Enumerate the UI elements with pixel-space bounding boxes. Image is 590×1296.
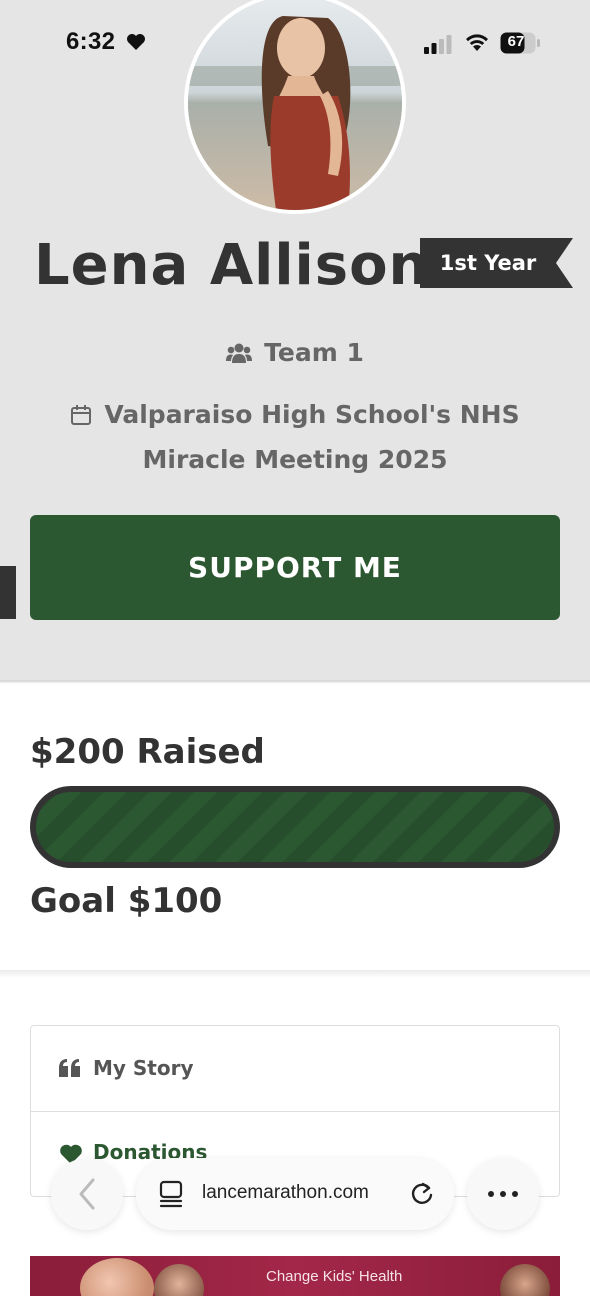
profile-photo bbox=[188, 0, 402, 210]
battery-level: 67 bbox=[507, 33, 525, 50]
quote-icon bbox=[59, 1059, 80, 1077]
year-badge-label: 1st Year bbox=[439, 251, 537, 275]
avatar bbox=[184, 0, 406, 214]
chevron-left-icon bbox=[79, 1178, 95, 1210]
banner-photo bbox=[500, 1264, 550, 1296]
back-button[interactable] bbox=[51, 1158, 123, 1230]
cellular-signal-icon bbox=[424, 35, 452, 54]
wifi-icon bbox=[466, 34, 488, 51]
side-drawer-tab[interactable] bbox=[0, 566, 16, 619]
team-link[interactable]: Team 1 bbox=[0, 338, 590, 367]
fundraising-goal: Goal $100 bbox=[30, 881, 223, 921]
section-divider bbox=[0, 970, 590, 978]
amount-raised: $200 Raised bbox=[30, 732, 265, 772]
tab-my-story[interactable]: My Story bbox=[31, 1026, 559, 1112]
url-text: lancemarathon.com bbox=[202, 1182, 369, 1203]
address-bar[interactable]: lancemarathon.com bbox=[136, 1158, 454, 1230]
team-name: Team 1 bbox=[264, 338, 364, 367]
calendar-icon bbox=[71, 405, 92, 425]
banner-photo bbox=[80, 1258, 154, 1296]
banner-photo bbox=[154, 1264, 204, 1296]
status-time: 6:32 bbox=[66, 28, 116, 55]
progress-fill bbox=[36, 792, 554, 862]
more-options-button[interactable] bbox=[467, 1158, 539, 1230]
event-name: Valparaiso High School's NHS Miracle Mee… bbox=[104, 400, 520, 474]
users-icon bbox=[226, 343, 253, 363]
banner-text: Change Kids' Health bbox=[266, 1268, 403, 1285]
tabs-icon bbox=[159, 1180, 183, 1208]
event-link[interactable]: Valparaiso High School's NHS Miracle Mee… bbox=[60, 392, 530, 482]
tab-my-story-label: My Story bbox=[93, 1056, 194, 1080]
fundraising-progress-bar bbox=[30, 786, 560, 868]
header-divider bbox=[0, 680, 590, 684]
support-me-button[interactable]: SUPPORT ME bbox=[30, 515, 560, 620]
promo-banner: Change Kids' Health bbox=[30, 1256, 560, 1296]
heart-status-icon bbox=[127, 34, 145, 50]
reload-icon[interactable] bbox=[408, 1180, 436, 1208]
more-icon bbox=[488, 1191, 518, 1197]
participant-name: Lena Allison bbox=[34, 233, 430, 298]
